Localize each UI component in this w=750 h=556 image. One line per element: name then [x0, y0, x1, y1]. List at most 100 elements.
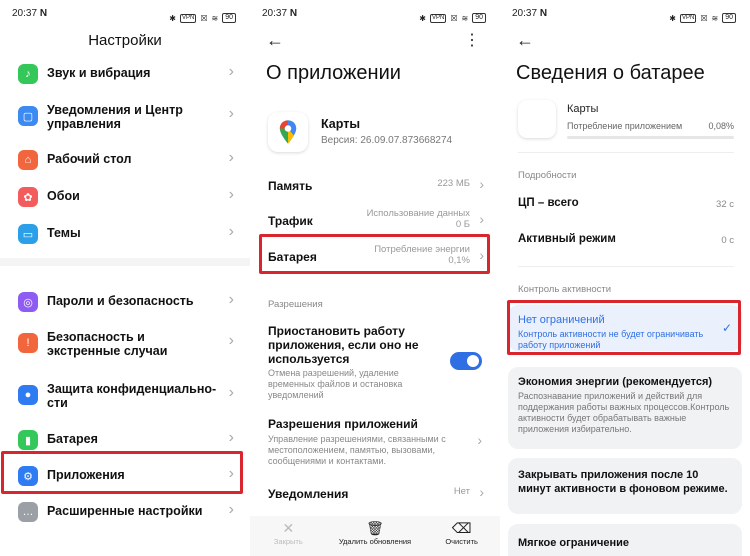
option-battery-saver[interactable]: Экономия энергии (рекомендуется) Распозн… — [508, 367, 742, 449]
maps-app-icon — [268, 112, 308, 152]
chevron-right-icon: › — [228, 429, 234, 446]
settings-item-label: Расширенные настройки — [47, 504, 203, 518]
sim-icon: ☒ — [450, 13, 458, 23]
back-arrow-icon[interactable]: ← — [266, 30, 284, 51]
memory-row[interactable]: Память 223 МБ › — [268, 176, 484, 193]
trash-icon: 🗑 — [366, 520, 384, 536]
back-arrow-icon[interactable]: ← — [516, 30, 534, 51]
speaker-icon: ♪ — [18, 64, 38, 84]
chevron-right-icon: › — [228, 149, 234, 166]
active-value: 0 с — [721, 235, 734, 246]
chevron-right-icon: › — [479, 211, 484, 227]
uninstall-updates-button[interactable]: 🗑 Удалить обновления — [330, 516, 420, 556]
details-header: Подробности — [518, 170, 577, 181]
status-icons: ✱ VPN ☒ ≋ 90 — [419, 8, 486, 28]
app-version: Версия: 26.09.07.873668274 — [321, 135, 453, 146]
theme-icon: ▭ — [18, 224, 38, 244]
highlight-frame — [1, 451, 243, 494]
eraser-icon: ⌫ — [451, 520, 472, 536]
pause-title: Приостановить работу приложения, если он… — [268, 324, 419, 366]
status-time: 20:37 — [12, 8, 38, 19]
page-title: Сведения о батарее — [516, 62, 705, 84]
status-bar: 20:37 N ✱ VPN ☒ ≋ 90 — [0, 0, 250, 28]
flower-icon: ✿ — [18, 187, 38, 207]
option-title: Экономия энергии (рекомендуется) — [518, 376, 713, 388]
settings-item[interactable]: ◎ Пароли и безопасность › — [0, 291, 250, 312]
chevron-right-icon: › — [228, 186, 234, 203]
divider — [0, 258, 250, 266]
settings-item-label: Защита конфиденциально-сти — [47, 382, 217, 410]
privacy-icon: ● — [18, 385, 38, 405]
highlight-frame — [507, 300, 741, 355]
chevron-right-icon: › — [228, 332, 234, 349]
sim-icon: ☒ — [700, 13, 708, 23]
settings-item[interactable]: ✿ Обои › — [0, 186, 250, 207]
usage-value: 0,08% — [708, 121, 734, 131]
settings-item[interactable]: ▭ Темы › — [0, 223, 250, 244]
status-time: 20:37 — [512, 8, 538, 19]
traffic-value: Использование данных 0 Б — [366, 208, 470, 230]
settings-item-label: Безопасность и экстренные случаи — [47, 330, 168, 358]
wifi-icon: ≋ — [711, 13, 719, 23]
divider — [518, 266, 734, 267]
bluetooth-icon: ✱ — [419, 13, 426, 23]
traffic-label: Трафик — [268, 214, 313, 228]
settings-item-label: Обои — [47, 189, 80, 203]
divider — [518, 152, 734, 153]
settings-item[interactable]: ⌂ Рабочий стол › — [0, 149, 250, 170]
notifications-row[interactable]: Уведомления Нет › — [268, 484, 484, 501]
chevron-right-icon: › — [479, 484, 484, 500]
bluetooth-icon: ✱ — [169, 13, 176, 23]
bluetooth-icon: ✱ — [669, 13, 676, 23]
clear-label: Очистить — [445, 537, 478, 546]
vpn-icon: VPN — [179, 13, 197, 23]
pause-desc: Отмена разрешений, удаление временных фа… — [268, 368, 403, 400]
close-label: Закрыть — [273, 537, 303, 546]
pause-toggle[interactable] — [450, 352, 482, 370]
fingerprint-icon: ◎ — [18, 292, 38, 312]
settings-item[interactable]: … Расширенные настройки › — [0, 501, 250, 522]
dots-icon: … — [18, 502, 38, 522]
settings-item-label: Рабочий стол — [47, 152, 132, 166]
chevron-right-icon: › — [477, 432, 482, 448]
battery-icon: ▮ — [18, 430, 38, 450]
option-soft-restriction[interactable]: Мягкое ограничение — [508, 524, 742, 556]
sim-icon: ☒ — [200, 13, 208, 23]
status-bar: 20:37 N ✱ VPN ☒ ≋ 90 — [500, 0, 750, 28]
battery-status-icon: 90 — [722, 13, 736, 23]
settings-item-label: Звук и вибрация — [47, 66, 151, 80]
chevron-right-icon: › — [228, 223, 234, 240]
app-info-screen: 20:37 N ✱ VPN ☒ ≋ 90 ← ⋮ О приложении Ка… — [250, 0, 500, 556]
option-title: Закрывать приложения после 10 минут акти… — [518, 469, 728, 495]
vpn-icon: VPN — [429, 13, 447, 23]
wifi-icon: ≋ — [461, 13, 469, 23]
notifications-value: Нет — [453, 486, 470, 497]
page-title: Настройки — [88, 32, 162, 49]
app-name: Карты — [321, 117, 361, 131]
status-icons: ✱ VPN ☒ ≋ 90 — [169, 8, 236, 28]
battery-status-icon: 90 — [472, 13, 486, 23]
settings-item-label: Пароли и безопасность — [47, 294, 194, 308]
settings-item[interactable]: ▢ Уведомления и Центр управления › — [0, 101, 250, 131]
option-desc: Распознавание приложений и действий для … — [518, 391, 730, 434]
cpu-value: 32 с — [716, 199, 734, 210]
traffic-row[interactable]: Трафик Использование данных 0 Б › — [268, 208, 484, 234]
page-title: О приложении — [266, 62, 401, 84]
settings-item[interactable]: ▮ Батарея › — [0, 429, 250, 450]
status-bar: 20:37 N ✱ VPN ☒ ≋ 90 — [250, 0, 500, 28]
chevron-right-icon: › — [228, 384, 234, 401]
more-options-icon[interactable]: ⋮ — [464, 30, 480, 50]
settings-item[interactable]: ♪ Звук и вибрация › — [0, 63, 250, 84]
app-icon-placeholder — [518, 100, 556, 138]
app-permissions-row[interactable]: Разрешения приложений Управление разреше… — [268, 417, 458, 467]
sos-icon: ! — [18, 333, 38, 353]
settings-item[interactable]: ! Безопасность и экстренные случаи › — [0, 328, 250, 358]
settings-item[interactable]: ● Защита конфиденциально-сти › — [0, 380, 250, 410]
close-button[interactable]: ✕ Закрыть — [253, 516, 323, 556]
active-label: Активный режим — [518, 233, 616, 245]
option-close-after-10-min[interactable]: Закрывать приложения после 10 минут акти… — [508, 458, 742, 514]
status-icons: ✱ VPN ☒ ≋ 90 — [669, 8, 736, 28]
clear-button[interactable]: ⌫ Очистить — [427, 516, 497, 556]
option-title: Мягкое ограничение — [518, 537, 629, 549]
bell-icon: ▢ — [18, 106, 38, 126]
